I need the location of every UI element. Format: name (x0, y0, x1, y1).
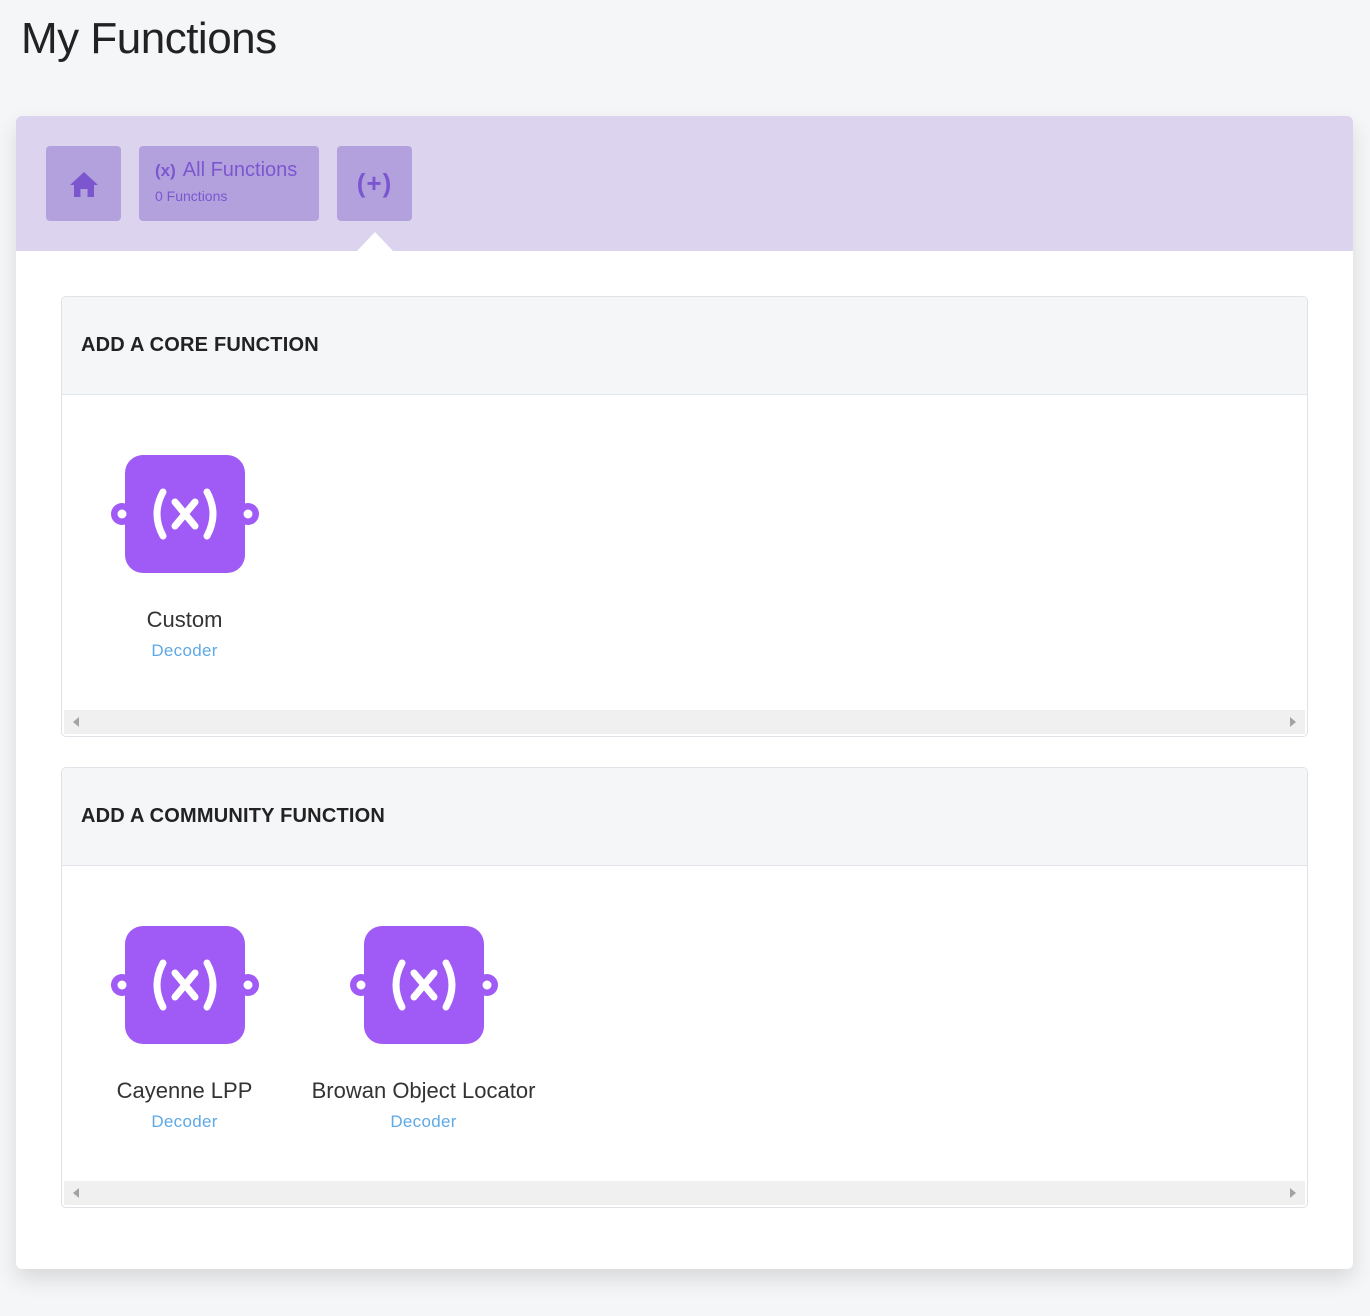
add-function-icon: (+) (356, 168, 393, 198)
function-name: Custom (146, 607, 223, 632)
section-title: ADD A COMMUNITY FUNCTION (81, 805, 386, 827)
tab-all-functions[interactable]: (x) All Functions 0 Functions (139, 146, 319, 221)
tab-add-function[interactable]: (+) (337, 146, 412, 221)
function-icon (110, 455, 259, 573)
scroll-left-icon[interactable] (73, 717, 79, 727)
function-type: Decoder (151, 1112, 218, 1131)
tab-all-functions-label: All Functions (182, 159, 298, 181)
function-icon (110, 926, 259, 1044)
horizontal-scrollbar[interactable] (64, 710, 1305, 734)
function-name: Browan Object Locator (311, 1078, 536, 1103)
functions-count: 0 Functions (155, 188, 228, 204)
function-type: Decoder (390, 1112, 457, 1131)
tab-home[interactable] (46, 146, 121, 221)
function-icon (349, 926, 498, 1044)
function-item-cayenne-lpp[interactable]: Cayenne LPP Decoder (65, 926, 304, 1132)
page-title: My Functions (21, 14, 277, 63)
core-function-section: ADD A CORE FUNCTION Custom Decoder (61, 296, 1308, 737)
function-list: Custom Decoder (62, 395, 1307, 709)
scroll-left-icon[interactable] (73, 1188, 79, 1198)
section-header: ADD A CORE FUNCTION (62, 297, 1307, 395)
tab-bar: (x) All Functions 0 Functions (+) (16, 116, 1353, 251)
home-icon (69, 171, 98, 197)
functions-card: (x) All Functions 0 Functions (+) ADD A … (16, 116, 1353, 1269)
function-item-browan-object-locator[interactable]: Browan Object Locator Decoder (304, 926, 543, 1132)
function-type: Decoder (151, 641, 218, 660)
scroll-right-icon[interactable] (1290, 717, 1296, 727)
function-list: Cayenne LPP Decoder Browan Object Locato… (62, 866, 1307, 1180)
section-header: ADD A COMMUNITY FUNCTION (62, 768, 1307, 866)
scroll-right-icon[interactable] (1290, 1188, 1296, 1198)
function-item-custom[interactable]: Custom Decoder (65, 455, 304, 661)
section-title: ADD A CORE FUNCTION (81, 334, 319, 356)
active-tab-pointer (357, 232, 393, 251)
horizontal-scrollbar[interactable] (64, 1181, 1305, 1205)
tab-all-functions-title: (x) All Functions (155, 159, 319, 182)
function-icon: (x) (155, 160, 176, 180)
community-function-section: ADD A COMMUNITY FUNCTION Cayenne LPP Dec… (61, 767, 1308, 1208)
function-name: Cayenne LPP (116, 1078, 253, 1103)
